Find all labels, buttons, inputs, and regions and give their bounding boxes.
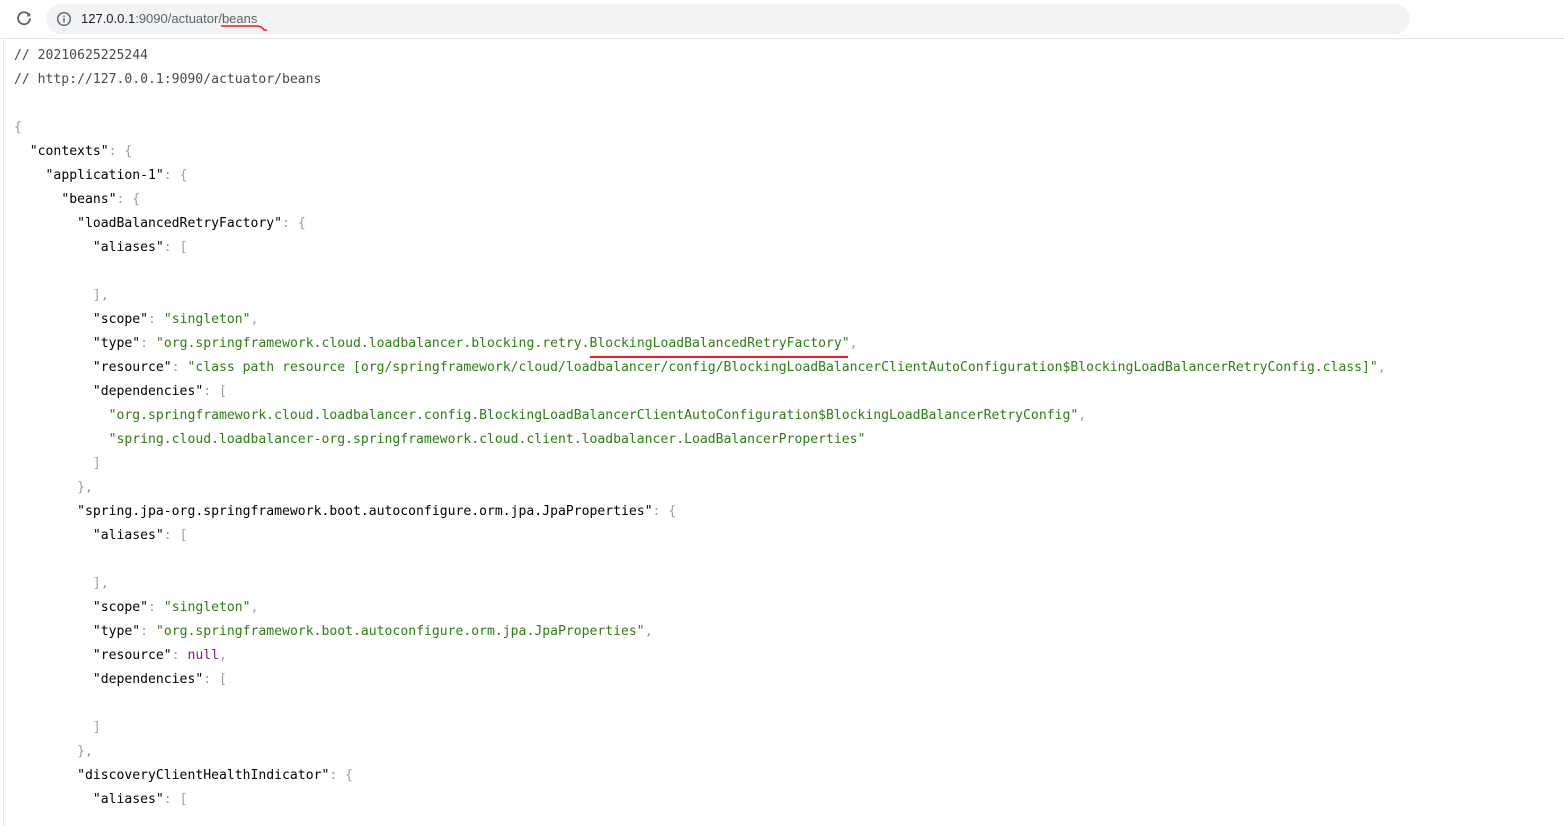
content-edge: [3, 38, 4, 826]
bean2-aliases-close: ],: [14, 576, 109, 591]
bean2-type-key: "type": [92, 624, 141, 639]
open-brace: {: [14, 120, 22, 135]
bean1-resource-key: "resource": [92, 360, 172, 375]
bean1-dependency-item: "org.springframework.cloud.loadbalancer.…: [108, 408, 1087, 423]
bean1-type-prefix: "org.springframework.cloud.loadbalancer.…: [155, 336, 590, 351]
bean2-dependencies-close: ]: [14, 720, 101, 735]
timestamp-comment: // 20210625225244: [14, 48, 149, 63]
bean1-resource-line: "resource": "class path resource [org/sp…: [92, 360, 1386, 375]
bean1-resource-value: "class path resource [org/springframewor…: [187, 360, 1378, 375]
reload-button[interactable]: [13, 8, 35, 30]
bean1-scope-value: "singleton": [163, 312, 251, 327]
bean2-resource-line: "resource": null,: [92, 648, 227, 663]
bean1-dependencies-close: ]: [14, 456, 101, 471]
application-key: "application-1": [45, 168, 164, 183]
info-icon[interactable]: [56, 11, 72, 27]
page-content[interactable]: // 20210625225244 // http://127.0.0.1:909…: [0, 38, 1564, 826]
red-squiggle-annotation: [220, 25, 267, 31]
bean2-resource-value: null: [187, 648, 220, 663]
bean2-aliases-key: "aliases": [92, 528, 164, 543]
beans-key: "beans": [61, 192, 117, 207]
json-viewer: // 20210625225244 // http://127.0.0.1:909…: [14, 44, 1386, 812]
bean1-name-line: "loadBalancedRetryFactory": {: [77, 216, 306, 231]
bean2-type-line: "type": "org.springframework.boot.autoco…: [92, 624, 653, 639]
address-bar[interactable]: 127.0.0.1:9090/actuator/beans: [46, 4, 1410, 34]
url-path: :9090/actuator/: [135, 11, 222, 26]
bean1-type-highlight: BlockingLoadBalancedRetryFactory: [589, 332, 848, 358]
bean3-aliases-key: "aliases": [92, 792, 164, 807]
bean1-name: "loadBalancedRetryFactory": [77, 216, 283, 231]
bean2-close: },: [14, 744, 93, 759]
bean2-scope-key: "scope": [92, 600, 149, 615]
reload-icon: [17, 11, 31, 26]
url-host: 127.0.0.1: [81, 11, 136, 26]
bean3-name: "discoveryClientHealthIndicator": [77, 768, 330, 783]
bean2-resource-key: "resource": [92, 648, 172, 663]
url-highlight: beans: [220, 11, 267, 31]
bean1-type-key: "type": [92, 336, 141, 351]
bean1-aliases-line: "aliases": [: [92, 240, 188, 255]
bean1-type-suffix: ": [841, 336, 850, 351]
bean1-dependency-2: "spring.cloud.loadbalancer-org.springfra…: [108, 432, 866, 447]
bean3-name-line: "discoveryClientHealthIndicator": {: [77, 768, 353, 783]
contexts-line: "contexts": {: [29, 144, 133, 159]
bean1-aliases-key: "aliases": [92, 240, 164, 255]
bean1-type-highlight-text: BlockingLoadBalancedRetryFactory: [589, 336, 842, 351]
bean2-type-value: "org.springframework.boot.autoconfigure.…: [155, 624, 645, 639]
bean2-aliases-line: "aliases": [: [92, 528, 188, 543]
bean3-aliases-line: "aliases": [: [92, 792, 188, 807]
bean1-dependencies-line: "dependencies": [: [92, 384, 227, 399]
contexts-key: "contexts": [29, 144, 109, 159]
browser-toolbar: 127.0.0.1:9090/actuator/beans: [0, 0, 1564, 39]
application-line: "application-1": {: [45, 168, 188, 183]
bean1-scope-key: "scope": [92, 312, 149, 327]
bean2-scope-value: "singleton": [163, 600, 251, 615]
bean2-scope-line: "scope": "singleton",: [92, 600, 259, 615]
red-underline-annotation: [589, 356, 848, 358]
bean1-type-line: "type": "org.springframework.cloud.loadb…: [14, 332, 1386, 358]
bean1-scope-line: "scope": "singleton",: [92, 312, 259, 327]
bean2-dependencies-line: "dependencies": [: [92, 672, 227, 687]
url-text[interactable]: 127.0.0.1:9090/actuator/beans: [81, 11, 267, 31]
bean1-aliases-close: ],: [14, 288, 109, 303]
bean2-name: "spring.jpa-org.springframework.boot.aut…: [77, 504, 653, 519]
bean2-dependencies-key: "dependencies": [92, 672, 204, 687]
bean1-dependency-item: "spring.cloud.loadbalancer-org.springfra…: [14, 428, 1386, 452]
bean1-dependencies-key: "dependencies": [92, 384, 204, 399]
bean1-close: },: [14, 480, 93, 495]
source-comment: // http://127.0.0.1:9090/actuator/beans: [14, 72, 322, 87]
bean2-name-line: "spring.jpa-org.springframework.boot.aut…: [77, 504, 677, 519]
bean1-dependency-1: "org.springframework.cloud.loadbalancer.…: [108, 408, 1079, 423]
beans-line: "beans": {: [61, 192, 141, 207]
